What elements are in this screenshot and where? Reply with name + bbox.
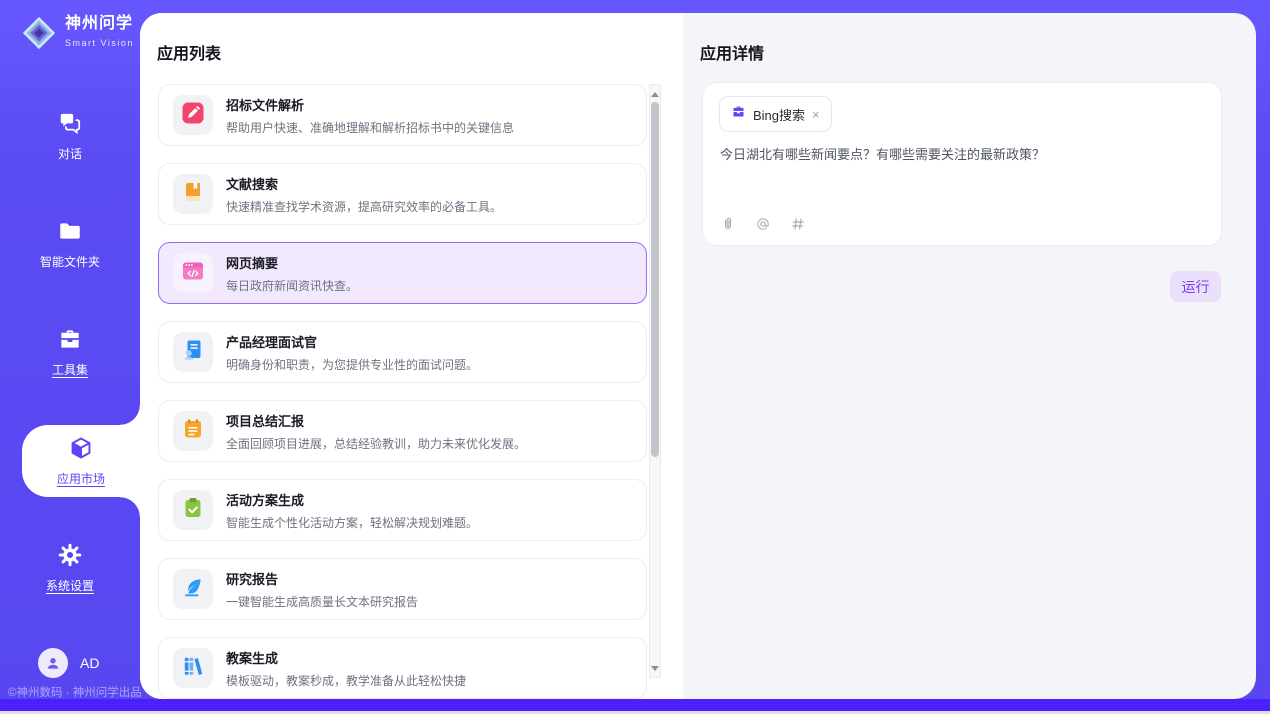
chat-icon xyxy=(57,123,83,140)
app-window: 神州问学 Smart Vision 对话智能文件夹工具集应用市场系统设置 AD … xyxy=(0,0,1270,711)
app-card-title: 项目总结汇报 xyxy=(226,411,526,430)
user-account[interactable]: AD xyxy=(38,648,99,678)
sidebar-item-chat[interactable]: 对话 xyxy=(0,110,140,176)
toolbox-icon xyxy=(57,339,83,356)
app-card-title: 研究报告 xyxy=(226,569,418,588)
brand-subtitle: Smart Vision xyxy=(65,38,134,48)
content-area: 应用列表 招标文件解析帮助用户快速、准确地理解和解析招标书中的关键信息文献搜索快… xyxy=(140,13,1256,699)
sidebar-footer: ©神州数码 · 神州问学出品 xyxy=(8,684,138,700)
app-card-title: 教案生成 xyxy=(226,648,466,667)
scroll-down-icon[interactable] xyxy=(650,661,660,675)
hash-icon[interactable] xyxy=(790,216,806,232)
app-card-description: 帮助用户快速、准确地理解和解析招标书中的关键信息 xyxy=(226,119,514,136)
app-card-description: 每日政府新闻资讯快查。 xyxy=(226,277,358,294)
book-icon xyxy=(181,180,205,209)
sidebar: 神州问学 Smart Vision 对话智能文件夹工具集应用市场系统设置 AD … xyxy=(0,0,140,699)
app-icon-tile xyxy=(173,95,213,135)
app-list-panel: 应用列表 招标文件解析帮助用户快速、准确地理解和解析招标书中的关键信息文献搜索快… xyxy=(140,13,683,699)
app-card-title: 网页摘要 xyxy=(226,253,358,272)
app-card[interactable]: 招标文件解析帮助用户快速、准确地理解和解析招标书中的关键信息 xyxy=(158,84,647,146)
app-card-description: 全面回顾项目进展，总结经验教训，助力未来优化发展。 xyxy=(226,435,526,452)
cube-icon xyxy=(68,448,94,465)
app-card[interactable]: 研究报告一键智能生成高质量长文本研究报告 xyxy=(158,558,647,620)
app-card-title: 产品经理面试官 xyxy=(226,332,478,351)
app-icon-tile xyxy=(173,569,213,609)
app-card[interactable]: 项目总结汇报全面回顾项目进展，总结经验教训，助力未来优化发展。 xyxy=(158,400,647,462)
browser-icon xyxy=(181,259,205,288)
sidebar-item-settings[interactable]: 系统设置 xyxy=(0,542,140,608)
app-icon-tile xyxy=(173,490,213,530)
app-card[interactable]: 文献搜索快速精准查找学术资源，提高研究效率的必备工具。 xyxy=(158,163,647,225)
bottom-accent-band xyxy=(0,699,1270,711)
app-list-title: 应用列表 xyxy=(157,40,221,64)
books-icon xyxy=(181,654,205,683)
edit-icon xyxy=(181,101,205,130)
clipboard-icon xyxy=(181,496,205,525)
app-card-description: 智能生成个性化活动方案，轻松解决规划难题。 xyxy=(226,514,478,531)
app-card-description: 明确身份和职责，为您提供专业性的面试问题。 xyxy=(226,356,478,373)
app-icon-tile xyxy=(173,411,213,451)
brand: 神州问学 Smart Vision xyxy=(20,14,134,52)
tool-chip-label: Bing搜索 xyxy=(753,105,805,124)
interview-icon xyxy=(181,338,205,367)
at-icon[interactable] xyxy=(755,216,771,232)
sidebar-item-label: 工具集 xyxy=(0,361,140,378)
tool-chip-bing[interactable]: Bing搜索 × xyxy=(719,96,832,132)
app-card-list: 招标文件解析帮助用户快速、准确地理解和解析招标书中的关键信息文献搜索快速精准查找… xyxy=(158,84,647,699)
app-card[interactable]: 活动方案生成智能生成个性化活动方案，轻松解决规划难题。 xyxy=(158,479,647,541)
avatar xyxy=(38,648,68,678)
app-card-title: 招标文件解析 xyxy=(226,95,514,114)
app-card[interactable]: 网页摘要每日政府新闻资讯快查。 xyxy=(158,242,647,304)
app-card-description: 一键智能生成高质量长文本研究报告 xyxy=(226,593,418,610)
app-icon-tile xyxy=(173,332,213,372)
gear-icon xyxy=(57,555,83,572)
scroll-up-icon[interactable] xyxy=(650,87,660,101)
scrollbar-thumb[interactable] xyxy=(651,102,659,457)
user-initials: AD xyxy=(80,655,99,671)
app-card-title: 活动方案生成 xyxy=(226,490,478,509)
app-icon-tile xyxy=(173,648,213,688)
notepad-icon xyxy=(181,417,205,446)
close-icon[interactable]: × xyxy=(812,108,820,121)
app-icon-tile xyxy=(173,174,213,214)
app-card-title: 文献搜索 xyxy=(226,174,502,193)
sidebar-item-toolset[interactable]: 工具集 xyxy=(0,326,140,392)
run-button[interactable]: 运行 xyxy=(1170,271,1221,302)
brand-name: 神州问学 xyxy=(65,15,134,33)
sidebar-item-label: 对话 xyxy=(0,145,140,162)
scrollbar[interactable] xyxy=(649,84,661,678)
app-card[interactable]: 产品经理面试官明确身份和职责，为您提供专业性的面试问题。 xyxy=(158,321,647,383)
input-toolbar xyxy=(720,216,806,232)
app-card-description: 模板驱动，教案秒成，教学准备从此轻松快捷 xyxy=(226,672,466,689)
prompt-input[interactable]: Bing搜索 × 今日湖北有哪些新闻要点？有哪些需要关注的最新政策？ xyxy=(702,82,1222,246)
paperclip-icon[interactable] xyxy=(720,216,736,232)
sidebar-item-label: 系统设置 xyxy=(0,577,140,594)
query-text[interactable]: 今日湖北有哪些新闻要点？有哪些需要关注的最新政策？ xyxy=(720,145,1205,165)
diamond-logo-icon xyxy=(20,14,58,52)
app-detail-panel: 应用详情 Bing搜索 × 今日湖北有哪些新闻要点？有哪些需要关注的最新政策？ … xyxy=(683,13,1256,699)
sidebar-item-label: 应用市场 xyxy=(22,470,140,487)
app-card[interactable]: 教案生成模板驱动，教案秒成，教学准备从此轻松快捷 xyxy=(158,637,647,699)
app-card-description: 快速精准查找学术资源，提高研究效率的必备工具。 xyxy=(226,198,502,215)
app-detail-title: 应用详情 xyxy=(700,40,764,64)
sidebar-item-label: 智能文件夹 xyxy=(0,253,140,270)
report-icon xyxy=(181,575,205,604)
app-icon-tile xyxy=(173,253,213,293)
sidebar-item-smart-folder[interactable]: 智能文件夹 xyxy=(0,218,140,284)
briefcase-icon xyxy=(731,104,746,124)
sidebar-item-app-market[interactable]: 应用市场 xyxy=(22,425,140,497)
folder-icon xyxy=(57,231,83,248)
